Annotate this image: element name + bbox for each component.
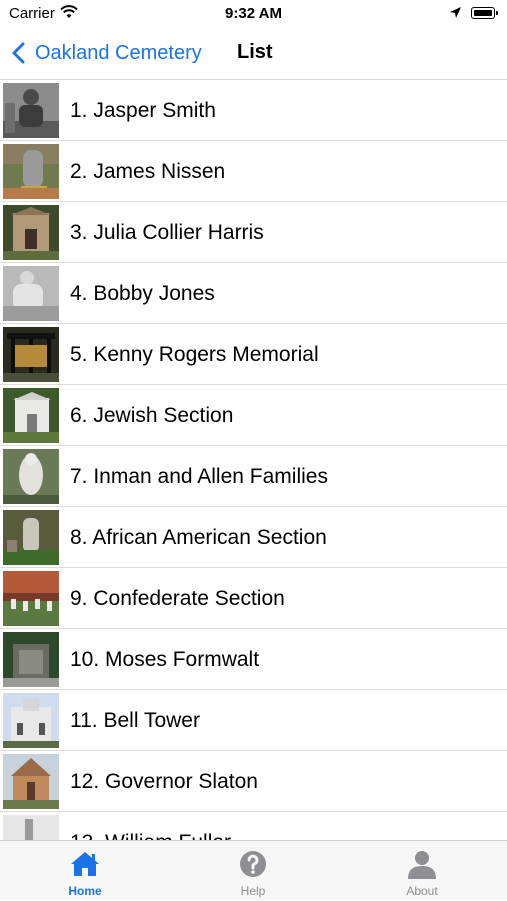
clock: 9:32 AM xyxy=(225,5,282,22)
thumbnail-image xyxy=(3,144,59,199)
list-item[interactable]: 7. Inman and Allen Families xyxy=(0,446,507,507)
list-item[interactable]: 3. Julia Collier Harris xyxy=(0,202,507,263)
list-item[interactable]: 8. African American Section xyxy=(0,507,507,568)
list-item-label: 7. Inman and Allen Families xyxy=(70,465,328,488)
list-item-label: 9. Confederate Section xyxy=(70,587,285,610)
tab-help-label: Help xyxy=(240,884,266,898)
list-item[interactable]: 10. Moses Formwalt xyxy=(0,629,507,690)
site-list[interactable]: 1. Jasper Smith 2. James Nissen 3. Julia… xyxy=(0,79,507,841)
list-item-label: 3. Julia Collier Harris xyxy=(70,221,264,244)
list-item-label: 2. James Nissen xyxy=(70,160,226,183)
location-arrow-icon xyxy=(449,6,462,23)
thumbnail-image xyxy=(3,815,59,841)
tab-about-label: About xyxy=(406,884,438,898)
thumbnail-image xyxy=(3,266,59,321)
list-item[interactable]: 12. Governor Slaton xyxy=(0,751,507,812)
home-icon xyxy=(69,849,101,879)
thumbnail-image xyxy=(3,449,59,504)
list-item[interactable]: 2. James Nissen xyxy=(0,141,507,202)
back-button[interactable]: Oakland Cemetery xyxy=(12,38,202,68)
list-item-label: 5. Kenny Rogers Memorial xyxy=(70,343,319,366)
back-button-label: Oakland Cemetery xyxy=(35,41,202,64)
thumbnail-image xyxy=(3,693,59,748)
status-bar: Carrier 9:32 AM xyxy=(0,0,507,28)
list-item[interactable]: 6. Jewish Section xyxy=(0,385,507,446)
thumbnail-image xyxy=(3,205,59,260)
thumbnail-image xyxy=(3,510,59,565)
list-item[interactable]: 4. Bobby Jones xyxy=(0,263,507,324)
navigation-bar: Oakland Cemetery List xyxy=(0,28,507,78)
chevron-left-icon xyxy=(12,42,25,64)
tab-about[interactable]: About xyxy=(362,841,482,901)
list-item-label: 10. Moses Formwalt xyxy=(70,648,260,671)
list-item[interactable]: 11. Bell Tower xyxy=(0,690,507,751)
battery-icon xyxy=(471,7,498,19)
person-icon xyxy=(406,849,438,879)
list-item-label: 6. Jewish Section xyxy=(70,404,234,427)
list-item-label: 8. African American Section xyxy=(70,526,327,549)
list-item[interactable]: 13. William Fuller xyxy=(0,812,507,841)
tab-home-label: Home xyxy=(68,884,102,898)
tab-bar: Home Help About xyxy=(0,840,507,900)
thumbnail-image xyxy=(3,571,59,626)
question-mark-icon xyxy=(237,849,269,879)
tab-home[interactable]: Home xyxy=(25,841,145,901)
list-item[interactable]: 5. Kenny Rogers Memorial xyxy=(0,324,507,385)
list-item[interactable]: 9. Confederate Section xyxy=(0,568,507,629)
tab-help[interactable]: Help xyxy=(193,841,313,901)
list-item-label: 4. Bobby Jones xyxy=(70,282,215,305)
list-item[interactable]: 1. Jasper Smith xyxy=(0,80,507,141)
list-item-label: 13. William Fuller xyxy=(70,812,231,841)
thumbnail-image xyxy=(3,754,59,809)
thumbnail-image xyxy=(3,83,59,138)
thumbnail-image xyxy=(3,327,59,382)
thumbnail-image xyxy=(3,388,59,443)
list-item-label: 11. Bell Tower xyxy=(70,709,200,732)
thumbnail-image xyxy=(3,632,59,687)
page-title: List xyxy=(237,41,273,63)
list-item-label: 12. Governor Slaton xyxy=(70,770,258,793)
list-item-label: 1. Jasper Smith xyxy=(70,99,216,122)
